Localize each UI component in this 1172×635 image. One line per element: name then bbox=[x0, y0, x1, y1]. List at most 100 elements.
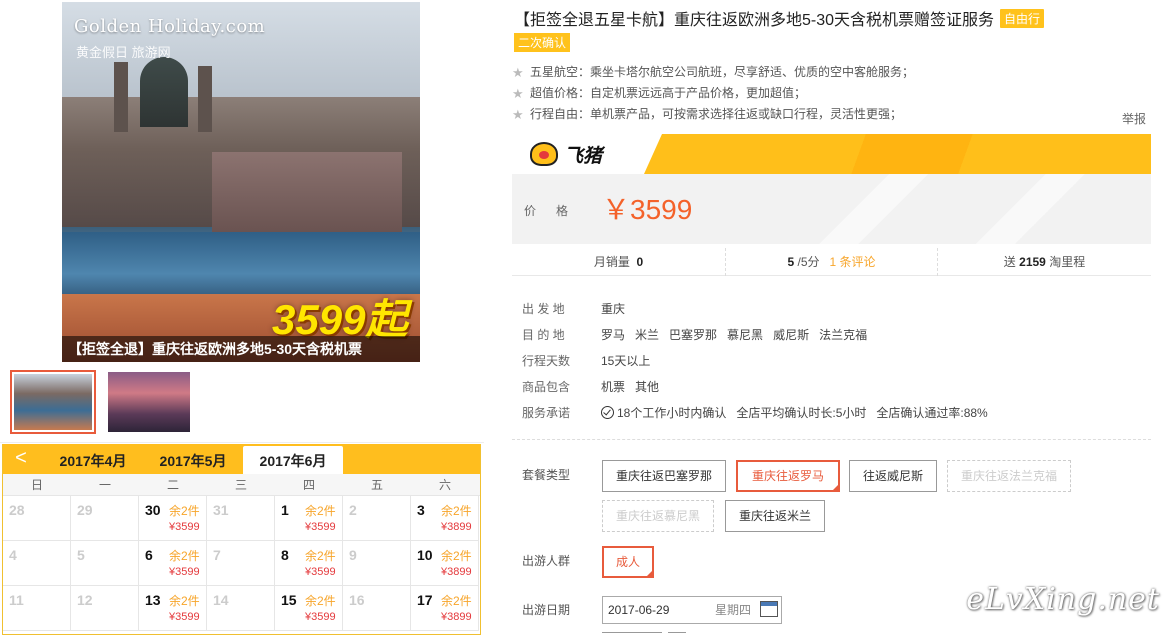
calendar-day: 11 bbox=[3, 586, 71, 631]
price-label: 价格 bbox=[524, 204, 589, 218]
service-item: 全店确认通过率:88% bbox=[876, 406, 988, 420]
service-item: 18个工作小时内确认 bbox=[617, 406, 727, 420]
calendar-day[interactable]: 30 余2件 ¥3599 bbox=[139, 496, 207, 541]
feature-text: 行程自由：单机票产品，可按需求选择往返或缺口行程，灵活性更强； bbox=[530, 107, 903, 121]
calendar-day[interactable]: 15 余2件 ¥3599 bbox=[275, 586, 343, 631]
calendar-day[interactable]: 3 余2件 ¥3899 bbox=[411, 496, 479, 541]
calendar-day-number: 13 bbox=[145, 592, 161, 608]
calendar-day[interactable]: 13 余2件 ¥3599 bbox=[139, 586, 207, 631]
package-option[interactable]: 重庆往返米兰 bbox=[725, 500, 825, 532]
calendar-day-number: 16 bbox=[349, 592, 365, 608]
brand-bar: 飞猪 bbox=[512, 134, 1151, 174]
feature-item: ★ 超值价格：自定机票远远高于产品价格，更加超值； bbox=[510, 83, 914, 104]
info-value: 重庆 bbox=[601, 302, 626, 316]
calendar-price: ¥3599 bbox=[305, 566, 336, 578]
image-tower bbox=[198, 66, 212, 132]
calendar-stock: 余2件 bbox=[441, 549, 472, 563]
date-weekday: 星期四 bbox=[715, 603, 752, 617]
calendar-day: 5 bbox=[71, 541, 139, 586]
product-title-text: 【拒签全退五星卡航】重庆往返欧洲多地5-30天含税机票赠签证服务 bbox=[514, 12, 995, 29]
calendar-day-number: 2 bbox=[349, 502, 357, 518]
star-icon: ★ bbox=[512, 107, 524, 122]
weekday-label: 一 bbox=[98, 478, 111, 492]
calendar-day[interactable]: 10 余2件 ¥3899 bbox=[411, 541, 479, 586]
fliggy-pig-icon bbox=[530, 142, 558, 166]
watermark: eLvXing.net bbox=[966, 582, 1160, 617]
calendar-day-number: 8 bbox=[281, 547, 289, 563]
package-label: 套餐类型 bbox=[522, 468, 571, 482]
calendar-day[interactable]: 8 余2件 ¥3599 bbox=[275, 541, 343, 586]
calendar-month-tab-active[interactable]: 2017年6月 bbox=[243, 446, 343, 474]
gallery-column: Golden Holiday.com 黄金假日 旅游网 3599起 【拒签全退】… bbox=[0, 0, 484, 635]
points-suffix: 淘里程 bbox=[1049, 255, 1086, 269]
points: 送 2159 淘里程 bbox=[938, 248, 1151, 276]
calendar-price: ¥3599 bbox=[305, 521, 336, 533]
calendar-day-number: 29 bbox=[77, 502, 93, 518]
calendar-stock: 余2件 bbox=[441, 504, 472, 518]
rating-score: 5 bbox=[787, 255, 795, 269]
destination-list: 罗马 米兰 巴塞罗那 慕尼黑 威尼斯 法兰克福 bbox=[601, 322, 877, 348]
calendar-price: ¥3599 bbox=[169, 611, 200, 623]
image-tower bbox=[114, 62, 128, 132]
calendar-day-number: 31 bbox=[213, 502, 229, 518]
calendar-price: ¥3899 bbox=[441, 521, 472, 533]
calendar-day[interactable]: 6 余2件 ¥3599 bbox=[139, 541, 207, 586]
feature-text: 超值价格：自定机票远远高于产品价格，更加超值； bbox=[530, 86, 807, 100]
service-item: 全店平均确认时长:5小时 bbox=[736, 406, 867, 420]
crowd-option-selected[interactable]: 成人 bbox=[602, 546, 654, 578]
package-option[interactable]: 重庆往返巴塞罗那 bbox=[602, 460, 726, 492]
calendar-price: ¥3599 bbox=[169, 521, 200, 533]
date-value: 2017-06-29 bbox=[608, 603, 670, 617]
info-label: 目 的 地 bbox=[522, 328, 565, 342]
calendar-day-number: 14 bbox=[213, 592, 229, 608]
calendar-day-number: 12 bbox=[77, 592, 93, 608]
crowd-label: 出游人群 bbox=[522, 554, 571, 568]
date-field[interactable]: 2017-06-29 星期四 bbox=[602, 596, 782, 624]
weekday-label: 五 bbox=[370, 478, 383, 492]
package-option[interactable]: 往返威尼斯 bbox=[849, 460, 937, 492]
info-label: 出 发 地 bbox=[522, 302, 565, 316]
calendar-month-tab[interactable]: 2017年4月 bbox=[43, 446, 143, 474]
destination-item: 米兰 bbox=[635, 328, 660, 342]
calendar-stock: 余2件 bbox=[305, 504, 336, 518]
package-option-selected[interactable]: 重庆往返罗马 bbox=[736, 460, 840, 492]
report-link[interactable]: 举报 bbox=[1122, 110, 1146, 127]
thumbnail-1[interactable] bbox=[10, 370, 96, 434]
calendar-day-number: 4 bbox=[9, 547, 17, 563]
package-option-disabled: 重庆往返法兰克福 bbox=[947, 460, 1071, 492]
feature-text: 五星航空：乘坐卡塔尔航空公司航班，尽享舒适、优质的空中客舱服务； bbox=[530, 65, 915, 79]
image-building bbox=[212, 152, 402, 232]
main-product-image[interactable]: Golden Holiday.com 黄金假日 旅游网 3599起 【拒签全退】… bbox=[62, 2, 420, 362]
weekday-label: 三 bbox=[234, 478, 247, 492]
calendar-price: ¥3899 bbox=[441, 566, 472, 578]
calendar-day[interactable]: 17 余2件 ¥3899 bbox=[411, 586, 479, 631]
calendar-stock: 余2件 bbox=[441, 594, 472, 608]
monthly-sales-value: 0 bbox=[636, 255, 644, 269]
reviews-link[interactable]: 1 条评论 bbox=[830, 255, 876, 269]
calendar-prev-icon[interactable]: < bbox=[3, 444, 39, 474]
destination-item: 法兰克福 bbox=[819, 328, 868, 342]
info-label: 商品包含 bbox=[522, 380, 571, 394]
calendar-day: 2 bbox=[343, 496, 411, 541]
feature-item: ★ 行程自由：单机票产品，可按需求选择往返或缺口行程，灵活性更强； bbox=[510, 104, 914, 125]
calendar-day-number: 30 bbox=[145, 502, 161, 518]
destination-item: 巴塞罗那 bbox=[669, 328, 718, 342]
star-icon: ★ bbox=[512, 65, 524, 80]
date-calendar: < 2017年4月 2017年5月 2017年6月 日 一 二 三 四 五 六 … bbox=[2, 444, 481, 635]
calendar-day-number: 15 bbox=[281, 592, 297, 608]
calendar-day-number: 7 bbox=[213, 547, 221, 563]
thumbnail-2[interactable] bbox=[106, 370, 192, 434]
calendar-month-tab[interactable]: 2017年5月 bbox=[143, 446, 243, 474]
calendar-day: 9 bbox=[343, 541, 411, 586]
calendar-icon[interactable] bbox=[760, 601, 778, 617]
brand-name: 飞猪 bbox=[564, 146, 603, 167]
destination-item: 威尼斯 bbox=[773, 328, 810, 342]
calendar-day[interactable]: 1 余2件 ¥3599 bbox=[275, 496, 343, 541]
includes-list: 机票 其他 bbox=[601, 374, 669, 400]
calendar-day: 4 bbox=[3, 541, 71, 586]
bar-stripe bbox=[652, 134, 1151, 174]
calendar-day: 29 bbox=[71, 496, 139, 541]
calendar-stock: 余2件 bbox=[169, 594, 200, 608]
calendar-day-number: 28 bbox=[9, 502, 25, 518]
calendar-day-number: 11 bbox=[9, 592, 24, 608]
